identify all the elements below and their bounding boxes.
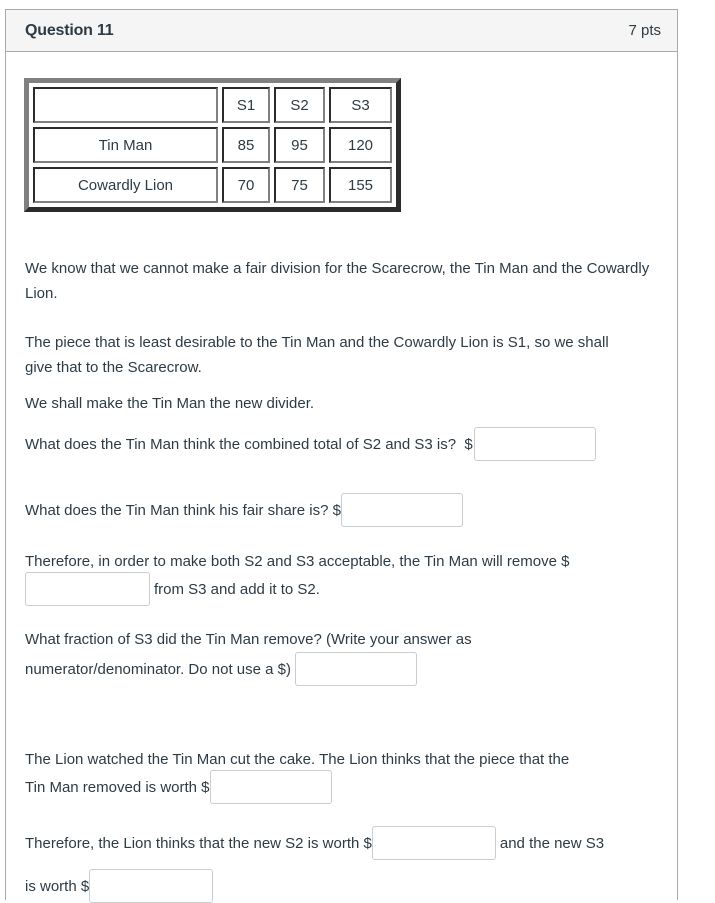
intro-paragraph: We know that we cannot make a fair divis… [25,260,650,302]
value-cell: 95 [274,127,325,163]
table-header-row: S1 S2 S3 [33,87,392,123]
table-header-cell [33,87,218,123]
amount-removed-question-line1: Therefore, in order to make both S2 and … [25,553,570,570]
table-header-cell: S1 [222,87,270,123]
lion-removed-question-line1: The Lion watched the Tin Man cut the cak… [25,751,570,768]
question-points: 7 pts [628,22,661,39]
table-row: Tin Man 85 95 120 [33,127,392,163]
player-name-cell: Tin Man [33,127,218,163]
divider-paragraph: We shall make the Tin Man the new divide… [25,395,315,412]
fraction-removed-input[interactable] [295,652,417,686]
valuation-table: S1 S2 S3 Tin Man 85 95 120 Cowardly Lion… [24,78,401,212]
table-header-cell: S2 [274,87,325,123]
combined-total-question: What does the Tin Man think the combined… [25,427,596,461]
value-cell: 70 [222,167,270,203]
value-cell: 85 [222,127,270,163]
value-cell: 120 [329,127,392,163]
lion-new-pieces-question-line1: Therefore, the Lion thinks that the new … [25,826,604,860]
combined-total-input[interactable] [473,427,596,461]
question-title: Question 11 [25,21,114,39]
lion-new-s3-connector: and the new S3 [499,834,605,852]
fair-share-question: What does the Tin Man think his fair sha… [25,493,463,527]
fraction-question-line2: numerator/denominator. Do not use a $) [25,652,417,686]
lion-new-s2-label: Therefore, the Lion thinks that the new … [25,834,372,852]
least-desirable-paragraph: The piece that is least desirable to the… [25,334,609,376]
lion-new-s3-label: is worth $ [25,877,90,895]
value-cell: 155 [329,167,392,203]
amount-removed-question-line2: from S3 and add it to S2. [25,572,320,606]
lion-removed-label: Tin Man removed is worth $ [25,778,210,796]
lion-removed-question-line2: Tin Man removed is worth $ [25,770,332,804]
player-name-cell: Cowardly Lion [33,167,218,203]
lion-new-pieces-question-line2: is worth $ [25,869,214,903]
fraction-question-line1: What fraction of S3 did the Tin Man remo… [25,631,472,648]
fair-share-input[interactable] [341,493,463,527]
table-header-cell: S3 [329,87,392,123]
amount-removed-input[interactable] [25,572,150,606]
question-header: Question 11 7 pts [6,10,677,52]
question-card: Question 11 7 pts S1 S2 S3 Tin Man 85 95… [5,9,678,903]
lion-removed-value-input[interactable] [209,770,332,804]
lion-new-s3-input[interactable] [89,869,214,903]
amount-removed-suffix: from S3 and add it to S2. [154,580,320,598]
table-row: Cowardly Lion 70 75 155 [33,167,392,203]
combined-total-label: What does the Tin Man think the combined… [25,435,473,453]
fraction-label: numerator/denominator. Do not use a $) [25,660,291,678]
fair-share-label: What does the Tin Man think his fair sha… [25,501,341,519]
value-cell: 75 [274,167,325,203]
lion-new-s2-input[interactable] [371,826,496,860]
